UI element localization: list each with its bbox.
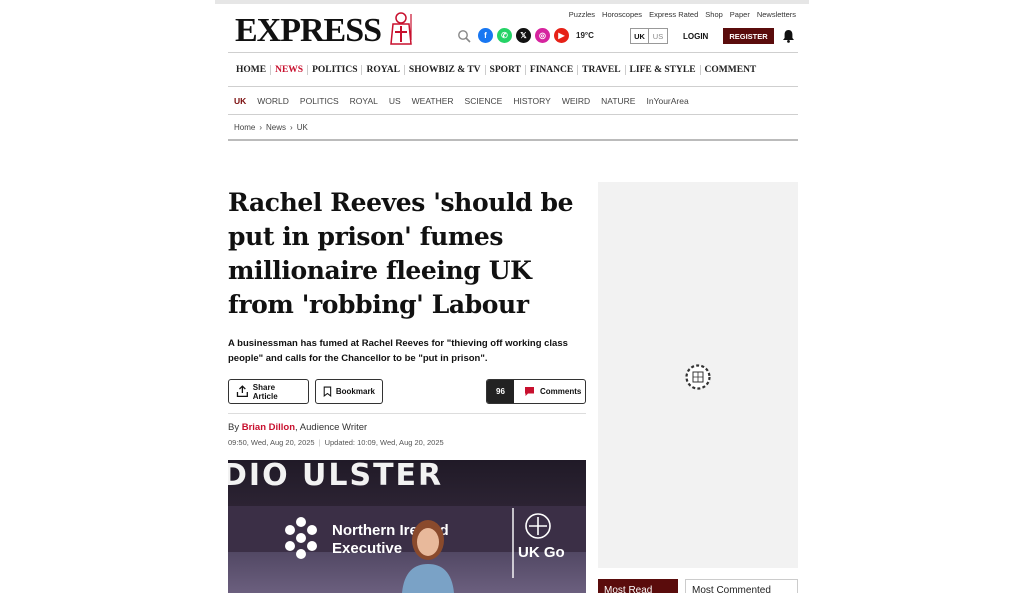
bookmark-button[interactable]: Bookmark	[315, 379, 383, 404]
toplink-shop[interactable]: Shop	[705, 10, 723, 19]
youtube-icon[interactable]: ▶	[554, 28, 569, 43]
express-logo[interactable]: EXPRESS	[235, 14, 382, 48]
tab-most-read[interactable]: Most Read	[598, 579, 678, 593]
subnav-weird[interactable]: WEIRD	[562, 96, 590, 106]
hero-banner-text: DIO ULSTER	[228, 460, 444, 493]
subnav-history[interactable]: HISTORY	[513, 96, 550, 106]
toplink-express-rated[interactable]: Express Rated	[649, 10, 698, 19]
breadcrumb: Home › News › UK	[228, 115, 798, 139]
nav-sport[interactable]: SPORT	[486, 64, 526, 75]
chevron-right-icon: ›	[259, 122, 263, 132]
social-bar: f ✆ 𝕏 ◎ ▶ 19°C	[457, 28, 594, 43]
nav-comment[interactable]: COMMENT	[701, 65, 761, 75]
toplink-horoscopes[interactable]: Horoscopes	[602, 10, 642, 19]
person-figure	[402, 520, 454, 593]
divider	[228, 413, 586, 414]
login-link[interactable]: LOGIN	[683, 32, 708, 41]
subnav-inyourarea[interactable]: InYourArea	[646, 96, 688, 106]
comment-bubble-icon	[525, 387, 534, 396]
edition-switch: UK US	[630, 28, 668, 44]
comment-count: 96	[487, 380, 514, 403]
bookmark-icon	[323, 386, 332, 397]
published-time: 09:50, Wed, Aug 20, 2025	[228, 438, 315, 447]
subnav-us[interactable]: US	[389, 96, 401, 106]
updated-time: Updated: 10:09, Wed, Aug 20, 2025	[324, 438, 444, 447]
subnav-weather[interactable]: WEATHER	[412, 96, 454, 106]
executive-emblem-icon	[285, 517, 317, 559]
nav-life-style[interactable]: LIFE & STYLE	[626, 64, 701, 75]
temperature: 19°C	[576, 31, 594, 40]
facebook-icon[interactable]: f	[478, 28, 493, 43]
byline: By Brian Dillon, Audience Writer	[228, 422, 367, 433]
x-icon[interactable]: 𝕏	[516, 28, 531, 43]
subnav-royal[interactable]: ROYAL	[350, 96, 378, 106]
site-header: EXPRESS Puzzles Horoscopes Express Rated…	[228, 4, 798, 141]
hero-divider	[512, 508, 514, 578]
loading-spinner-icon	[685, 364, 711, 390]
nav-royal[interactable]: ROYAL	[362, 64, 405, 75]
tab-most-commented-label: Most Commented	[692, 585, 771, 593]
share-label: Share Article	[252, 382, 278, 401]
toplink-newsletters[interactable]: Newsletters	[757, 10, 796, 19]
article-standfirst: A businessman has fumed at Rachel Reeves…	[228, 338, 568, 364]
breadcrumb-home[interactable]: Home	[234, 123, 255, 132]
date-separator: |	[318, 438, 321, 447]
comments-label: Comments	[540, 387, 582, 396]
share-icon	[236, 385, 248, 398]
edition-uk[interactable]: UK	[631, 29, 649, 43]
chevron-right-icon: ›	[290, 122, 293, 132]
nav-home[interactable]: HOME	[232, 64, 272, 75]
masthead: EXPRESS Puzzles Horoscopes Express Rated…	[228, 4, 798, 52]
breadcrumb-uk[interactable]: UK	[297, 123, 308, 132]
article-hero-image[interactable]: DIO ULSTER Northern Ireland Executive UK…	[228, 460, 586, 593]
crusader-logo-icon	[390, 12, 412, 45]
whatsapp-icon[interactable]: ✆	[497, 28, 512, 43]
subnav-politics[interactable]: POLITICS	[300, 96, 339, 106]
bookmark-label: Bookmark	[335, 387, 375, 396]
author-link[interactable]: Brian Dillon	[242, 422, 295, 433]
bell-icon[interactable]	[782, 29, 795, 43]
subnav-science[interactable]: SCIENCE	[465, 96, 503, 106]
subnav-nature[interactable]: NATURE	[601, 96, 635, 106]
nav-politics[interactable]: POLITICS	[308, 64, 363, 75]
tab-most-read-label: Most Read	[604, 585, 653, 593]
breadcrumb-news[interactable]: News	[266, 123, 286, 132]
hero-logo-text-right: UK Go	[518, 544, 565, 561]
article-dates: 09:50, Wed, Aug 20, 2025 | Updated: 10:0…	[228, 438, 444, 447]
toplink-paper[interactable]: Paper	[730, 10, 750, 19]
main-nav: HOME NEWS POLITICS ROYAL SHOWBIZ & TV SP…	[228, 53, 798, 86]
comments-button[interactable]: 96 Comments	[486, 379, 586, 404]
top-links: Puzzles Horoscopes Express Rated Shop Pa…	[569, 10, 796, 19]
subnav-world[interactable]: WORLD	[257, 96, 289, 106]
register-button[interactable]: REGISTER	[723, 28, 774, 44]
edition-us[interactable]: US	[649, 29, 667, 43]
royal-arms-icon	[525, 513, 551, 539]
share-article-button[interactable]: Share Article	[228, 379, 309, 404]
author-role: , Audience Writer	[295, 422, 368, 433]
nav-news[interactable]: NEWS	[271, 64, 309, 75]
divider	[228, 139, 798, 141]
instagram-icon[interactable]: ◎	[535, 28, 550, 43]
toplink-puzzles[interactable]: Puzzles	[569, 10, 595, 19]
nav-showbiz-tv[interactable]: SHOWBIZ & TV	[405, 64, 486, 75]
nav-travel[interactable]: TRAVEL	[578, 64, 626, 75]
byline-prefix: By	[228, 422, 240, 433]
sub-nav: UK WORLD POLITICS ROYAL US WEATHER SCIEN…	[228, 87, 798, 114]
search-icon[interactable]	[457, 29, 471, 43]
tab-most-commented[interactable]: Most Commented	[685, 579, 798, 593]
nav-finance[interactable]: FINANCE	[526, 64, 579, 75]
subnav-uk[interactable]: UK	[234, 96, 246, 106]
article-headline: Rachel Reeves 'should be put in prison' …	[228, 188, 574, 319]
